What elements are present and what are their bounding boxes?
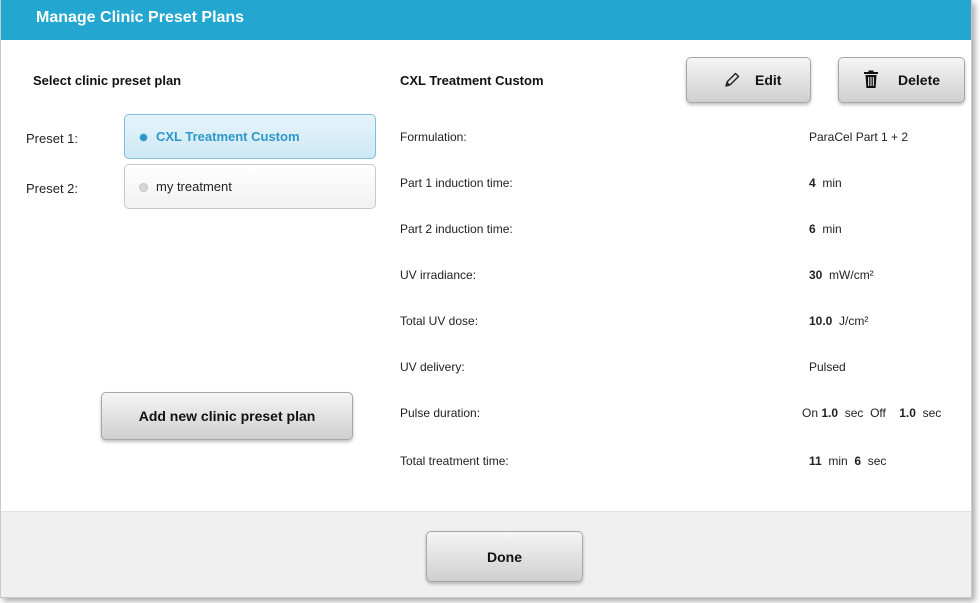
- delivery-label: UV delivery:: [400, 360, 465, 374]
- dose-number: 10.0: [809, 314, 833, 328]
- select-preset-heading: Select clinic preset plan: [33, 73, 182, 88]
- preset-1-label: Preset 1:: [26, 131, 79, 146]
- delete-label: Delete: [898, 72, 941, 88]
- total-time-value: 11 min 6 sec: [809, 454, 886, 468]
- dose-unit: J/cm²: [839, 314, 869, 328]
- preset-2-label: Preset 2:: [26, 181, 79, 196]
- delivery-value: Pulsed: [809, 360, 846, 374]
- pulse-on-number: 1.0: [821, 406, 839, 420]
- irradiance-unit: mW/cm²: [829, 268, 874, 282]
- footer-bar: Done: [1, 511, 971, 597]
- total-time-label: Total treatment time:: [400, 454, 509, 468]
- delete-button[interactable]: Delete: [838, 57, 965, 103]
- title-bar: Manage Clinic Preset Plans: [1, 0, 971, 40]
- dose-value: 10.0 J/cm²: [809, 314, 868, 328]
- pulse-on-label: On: [802, 406, 819, 420]
- edit-button[interactable]: Edit: [686, 57, 811, 103]
- done-button[interactable]: Done: [426, 531, 583, 582]
- part1-label: Part 1 induction time:: [400, 176, 513, 190]
- pulse-off-number: 1.0: [899, 406, 916, 420]
- pulse-on-unit: sec: [844, 406, 864, 420]
- radio-selected-icon: [139, 133, 148, 142]
- formulation-label: Formulation:: [400, 130, 467, 144]
- preset-1-name: CXL Treatment Custom: [156, 129, 300, 144]
- part2-value: 6 min: [809, 222, 842, 236]
- pulse-off-unit: sec: [922, 406, 942, 420]
- trash-icon: [863, 70, 879, 89]
- add-preset-button[interactable]: Add new clinic preset plan: [101, 392, 353, 440]
- pencil-icon: [723, 71, 741, 89]
- part2-number: 6: [809, 222, 816, 236]
- plan-title: CXL Treatment Custom: [400, 73, 544, 88]
- formulation-value: ParaCel Part 1 + 2: [809, 130, 909, 144]
- part1-number: 4: [809, 176, 816, 190]
- total-sec-number: 6: [854, 454, 862, 468]
- done-label: Done: [487, 549, 522, 565]
- part1-unit: min: [822, 176, 842, 190]
- irradiance-number: 30: [809, 268, 823, 282]
- pulse-label: Pulse duration:: [400, 406, 481, 420]
- part2-unit: min: [822, 222, 842, 236]
- preset-1-option[interactable]: CXL Treatment Custom: [124, 114, 376, 159]
- dose-label: Total UV dose:: [400, 314, 479, 328]
- pulse-value: On 1.0 sec Off 1.0 sec: [802, 406, 941, 420]
- total-min-number: 11: [809, 454, 822, 468]
- pulse-off-label: Off: [870, 406, 886, 420]
- total-min-unit: min: [828, 454, 848, 468]
- radio-unselected-icon: [139, 183, 148, 192]
- window-title: Manage Clinic Preset Plans: [36, 9, 245, 26]
- part2-label: Part 2 induction time:: [400, 222, 513, 236]
- irradiance-value: 30 mW/cm²: [809, 268, 874, 282]
- irradiance-label: UV irradiance:: [400, 268, 477, 282]
- add-preset-label: Add new clinic preset plan: [138, 408, 316, 424]
- preset-2-option[interactable]: my treatment: [124, 164, 376, 209]
- part1-value: 4 min: [809, 176, 842, 190]
- total-sec-unit: sec: [867, 454, 887, 468]
- preset-2-name: my treatment: [156, 179, 232, 194]
- dialog-window: Manage Clinic Preset Plans Select clinic…: [0, 0, 972, 598]
- edit-label: Edit: [755, 72, 782, 88]
